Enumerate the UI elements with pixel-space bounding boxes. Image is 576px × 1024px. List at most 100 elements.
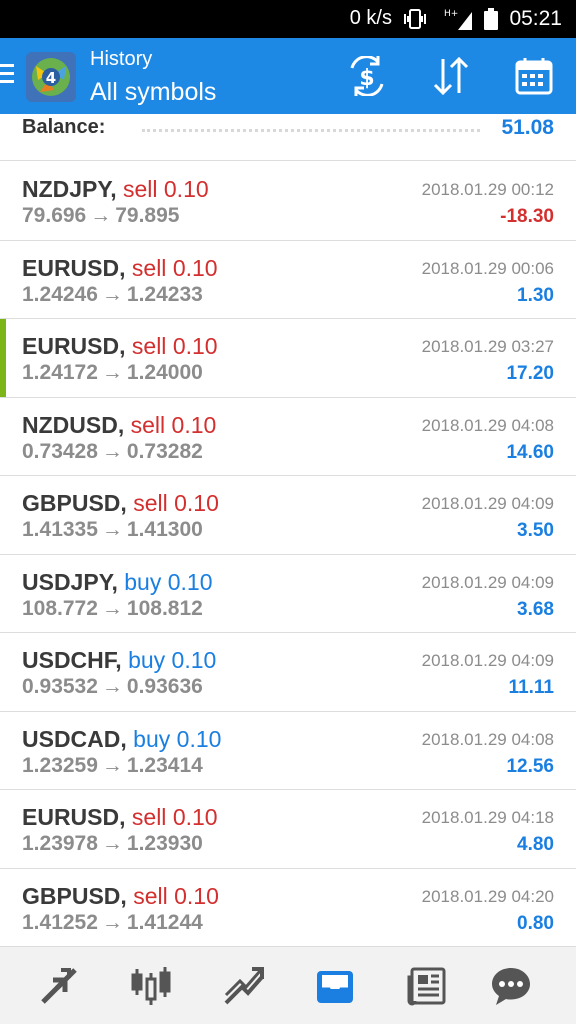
trade-time: 2018.01.29 04:20	[421, 886, 554, 906]
trade-time: 2018.01.29 04:18	[421, 808, 554, 827]
nav-quotes[interactable]	[36, 963, 82, 1009]
trade-profit: 11.11	[508, 677, 554, 698]
trade-side: sell 0.10	[133, 490, 219, 516]
trade-type: sell	[131, 804, 167, 830]
trade-row[interactable]: EURUSD, sell 0.10 1.24246 → 1.24233 2018.01.…	[0, 241, 576, 319]
app-bar: 4 History All symbols $	[0, 38, 576, 114]
signal-type-label: H+	[444, 9, 458, 19]
trade-volume: 0.10	[176, 725, 222, 752]
trade-symbol: GBPUSD,	[22, 882, 127, 909]
deposit-withdraw-button[interactable]: $	[343, 52, 391, 100]
arrow-right-icon: →	[90, 204, 112, 227]
trade-profit: 3.50	[517, 520, 554, 541]
trade-prices: 1.24172 → 1.24000	[22, 361, 203, 385]
trade-prices: 79.696 → 79.895	[22, 204, 179, 228]
trade-row[interactable]: USDCHF, buy 0.10 0.93532 → 0.93636 2018.01.2…	[0, 633, 576, 712]
trade-time: 2018.01.29 00:06	[421, 258, 554, 278]
trade-row[interactable]: EURUSD, sell 0.10 1.23978 → 1.23930 2018.01.…	[0, 790, 576, 869]
trade-prices: 0.73428 → 0.73282	[22, 440, 203, 464]
trade-row[interactable]: USDCAD, buy 0.10 1.23259 → 1.23414 2018.01.2…	[0, 712, 576, 790]
trade-row[interactable]: EURUSD, sell 0.10 1.24172 → 1.24000 2018.01.…	[0, 319, 576, 398]
arrow-right-icon: →	[101, 361, 123, 384]
trade-profit: -18.30	[500, 206, 554, 227]
arrow-right-icon: →	[101, 675, 123, 698]
balance-value: 51.08	[501, 116, 554, 139]
open-price: 1.24172	[22, 361, 98, 384]
nav-history[interactable]	[312, 963, 358, 1009]
nav-chart[interactable]	[128, 963, 174, 1009]
app-logo: 4	[26, 52, 76, 102]
trade-type: sell	[130, 411, 166, 438]
trade-symbol: NZDUSD,	[22, 411, 125, 438]
trade-volume: 0.10	[171, 647, 217, 673]
trade-side: sell 0.10	[133, 883, 219, 909]
trade-side: sell 0.10	[123, 176, 209, 202]
trade-profit: 3.68	[517, 598, 554, 620]
screen-subtitle: History	[90, 48, 153, 70]
trade-symbol: EURUSD,	[22, 804, 126, 830]
quotes-icon	[41, 968, 77, 1004]
currency-exchange-icon: $	[350, 56, 384, 96]
trade-symbol-line: USDCHF, buy 0.10	[22, 647, 216, 674]
close-price: 0.73282	[126, 439, 203, 463]
trade-symbol-line: GBPUSD, sell 0.10	[22, 490, 219, 517]
trade-prices: 0.93532 → 0.93636	[22, 675, 203, 699]
trade-profit: 12.56	[506, 755, 554, 777]
sort-button[interactable]	[427, 52, 475, 100]
arrow-right-icon: →	[101, 518, 123, 541]
trade-prices: 1.23978 → 1.23930	[22, 832, 203, 856]
close-price: 1.24000	[126, 361, 203, 384]
trade-side: sell 0.10	[131, 412, 217, 438]
trade-volume: 0.10	[172, 804, 218, 830]
trade-volume: 0.10	[174, 882, 219, 909]
nav-trade[interactable]	[220, 963, 266, 1009]
nav-news[interactable]	[404, 963, 450, 1009]
trade-row[interactable]: USDJPY, buy 0.10 108.772 → 108.812 2018.01.2…	[0, 555, 576, 633]
bottom-navigation	[0, 946, 576, 1024]
trade-type: sell	[122, 176, 158, 202]
open-price: 1.24246	[22, 282, 98, 306]
close-price: 108.812	[126, 596, 203, 620]
close-price: 1.41244	[126, 910, 203, 934]
trade-row[interactable]: NZDUSD, sell 0.10 0.73428 → 0.73282 2018.01.…	[0, 398, 576, 476]
trade-time: 2018.01.29 04:08	[421, 415, 554, 435]
arrow-right-icon: →	[101, 596, 123, 620]
trade-type: buy	[128, 647, 166, 673]
trade-time: 2018.01.29 04:08	[421, 729, 554, 749]
balance-row: Balance: 51.08	[0, 114, 576, 161]
close-price: 1.41300	[126, 518, 203, 541]
trade-row[interactable]: NZDJPY, sell 0.10 79.696 → 79.895 2018.01.29…	[0, 162, 576, 241]
trade-row[interactable]: GBPUSD, sell 0.10 1.41335 → 1.41300 2018.01.…	[0, 476, 576, 555]
trade-symbol-line: EURUSD, sell 0.10	[22, 804, 218, 831]
trade-type: sell	[133, 882, 168, 909]
nav-chat[interactable]	[488, 963, 534, 1009]
arrow-right-icon: →	[101, 439, 123, 463]
trade-history-list: NZDJPY, sell 0.10 79.696 → 79.895 2018.01.29…	[0, 162, 576, 947]
trade-symbol: USDJPY,	[22, 568, 118, 595]
trade-symbol-line: GBPUSD, sell 0.10	[22, 883, 219, 910]
svg-text:$: $	[359, 66, 374, 91]
trade-time: 2018.01.29 04:09	[421, 651, 554, 670]
trade-symbol-line: NZDJPY, sell 0.10	[22, 176, 209, 203]
screen-title[interactable]: All symbols	[90, 78, 216, 107]
trade-icon	[224, 967, 264, 1005]
signal-icon: H+	[444, 9, 472, 30]
svg-text:4: 4	[46, 69, 56, 87]
open-price: 1.41335	[22, 518, 98, 541]
close-price: 1.23414	[126, 753, 203, 777]
close-price: 1.23930	[126, 832, 203, 855]
trade-type: sell	[131, 254, 167, 281]
menu-icon[interactable]	[0, 64, 14, 88]
trade-type: sell	[133, 490, 168, 516]
trade-volume: 0.10	[172, 333, 218, 359]
trade-profit: 0.80	[517, 912, 554, 934]
trade-prices: 1.41335 → 1.41300	[22, 518, 203, 542]
open-price: 108.772	[22, 596, 98, 620]
arrow-right-icon: →	[101, 282, 123, 306]
chat-icon	[492, 968, 530, 1005]
trade-type: buy	[133, 725, 171, 752]
trade-symbol: EURUSD,	[22, 254, 126, 281]
trade-symbol: USDCAD,	[22, 725, 127, 752]
trade-row[interactable]: GBPUSD, sell 0.10 1.41252 → 1.41244 2018.01.…	[0, 869, 576, 947]
period-button[interactable]	[510, 52, 558, 100]
